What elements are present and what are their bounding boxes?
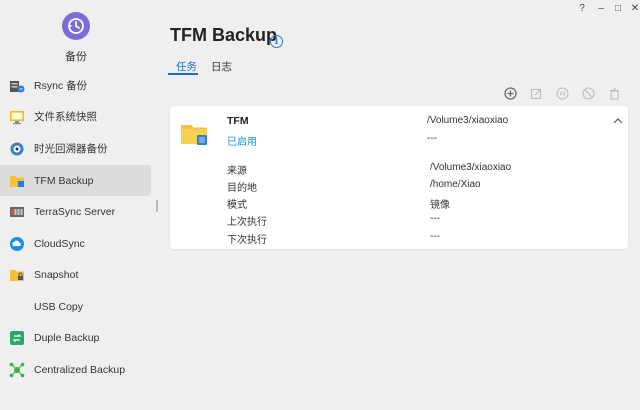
app-title: 备份 — [65, 51, 87, 63]
nas-icon — [9, 204, 25, 220]
sidebar-resize-handle[interactable] — [156, 200, 158, 212]
folder-lock-icon — [9, 267, 25, 283]
sidebar-item-label: Rsync 备份 — [34, 80, 88, 92]
detail-value: --- — [430, 213, 440, 224]
detail-value: /home/Xiao — [430, 179, 481, 190]
server-sync-icon — [9, 78, 25, 94]
sidebar-item-label: 时光回溯器备份 — [34, 143, 108, 155]
detail-label: 来源 — [227, 166, 247, 177]
detail-label: 目的地 — [227, 183, 257, 194]
tab-logs[interactable]: 日志 — [211, 59, 232, 74]
sidebar-item-label: Snapshot — [34, 268, 79, 281]
usb-icon — [9, 299, 25, 315]
sidebar-item-label: CloudSync — [34, 237, 85, 250]
sidebar-item-label: Duple Backup — [34, 331, 100, 344]
job-path: /Volume3/xiaoxiao — [427, 115, 509, 126]
time-machine-icon — [9, 141, 25, 157]
sidebar-item-centralized-backup[interactable]: Centralized Backup — [0, 354, 151, 385]
add-icon[interactable] — [503, 86, 517, 100]
sidebar-item-tfm-backup[interactable]: TFM Backup — [0, 165, 151, 196]
job-name: TFM — [227, 115, 249, 127]
detail-label: 上次执行 — [227, 217, 267, 228]
snapshot-monitor-icon — [9, 109, 25, 125]
detail-value: --- — [430, 231, 440, 242]
sidebar-item-label: 文件系统快照 — [34, 111, 97, 123]
backup-job-card[interactable]: TFM 已启用 /Volume3/xiaoxiao --- 来源 /Volume… — [170, 106, 628, 249]
chevron-up-icon[interactable] — [612, 116, 624, 126]
edit-icon[interactable] — [529, 86, 543, 100]
network-icon — [9, 362, 25, 378]
pause-icon[interactable] — [555, 86, 569, 100]
detail-value: /Volume3/xiaoxiao — [430, 162, 512, 173]
tab-active-indicator — [168, 73, 198, 75]
backup-clock-icon — [62, 12, 90, 40]
sidebar-item-fs-snapshot[interactable]: 文件系统快照 — [0, 101, 151, 132]
detail-label: 模式 — [227, 200, 247, 211]
folder-icon — [181, 122, 209, 146]
app-header: 备份 — [0, 0, 157, 68]
sidebar-item-terrasync[interactable]: TerraSync Server — [0, 196, 151, 227]
sidebar-item-time-machine[interactable]: 时光回溯器备份 — [0, 133, 151, 164]
folder-icon — [9, 173, 25, 189]
info-icon[interactable]: i — [270, 35, 283, 48]
job-path-sub: --- — [427, 133, 437, 144]
close-button[interactable]: ✕ — [623, 1, 640, 15]
sidebar-item-cloudsync[interactable]: CloudSync — [0, 228, 151, 259]
sidebar-item-label: TFM Backup — [34, 174, 94, 187]
sidebar-item-rsync[interactable]: Rsync 备份 — [0, 70, 151, 101]
sidebar-item-label: USB Copy — [34, 300, 84, 313]
sidebar: 备份 Rsync 备份 文件系统快照 时光回溯器备份 TFM Backup Te… — [0, 0, 157, 410]
delete-icon[interactable] — [607, 86, 621, 100]
sidebar-item-usb-copy[interactable]: USB Copy — [0, 291, 151, 322]
detail-label: 下次执行 — [227, 235, 267, 246]
tab-tasks[interactable]: 任务 — [176, 59, 197, 74]
cloud-icon — [9, 236, 25, 252]
disable-icon[interactable] — [581, 86, 595, 100]
sidebar-item-snapshot[interactable]: Snapshot — [0, 259, 151, 290]
sidebar-item-label: Centralized Backup — [34, 363, 126, 376]
detail-value: 镜像 — [430, 200, 450, 211]
status-badge: 已启用 — [227, 137, 257, 148]
page-title: TFM Backup — [170, 25, 278, 45]
duplicate-icon — [9, 330, 25, 346]
sidebar-item-label: TerraSync Server — [34, 205, 116, 218]
sidebar-item-duple-backup[interactable]: Duple Backup — [0, 322, 151, 353]
